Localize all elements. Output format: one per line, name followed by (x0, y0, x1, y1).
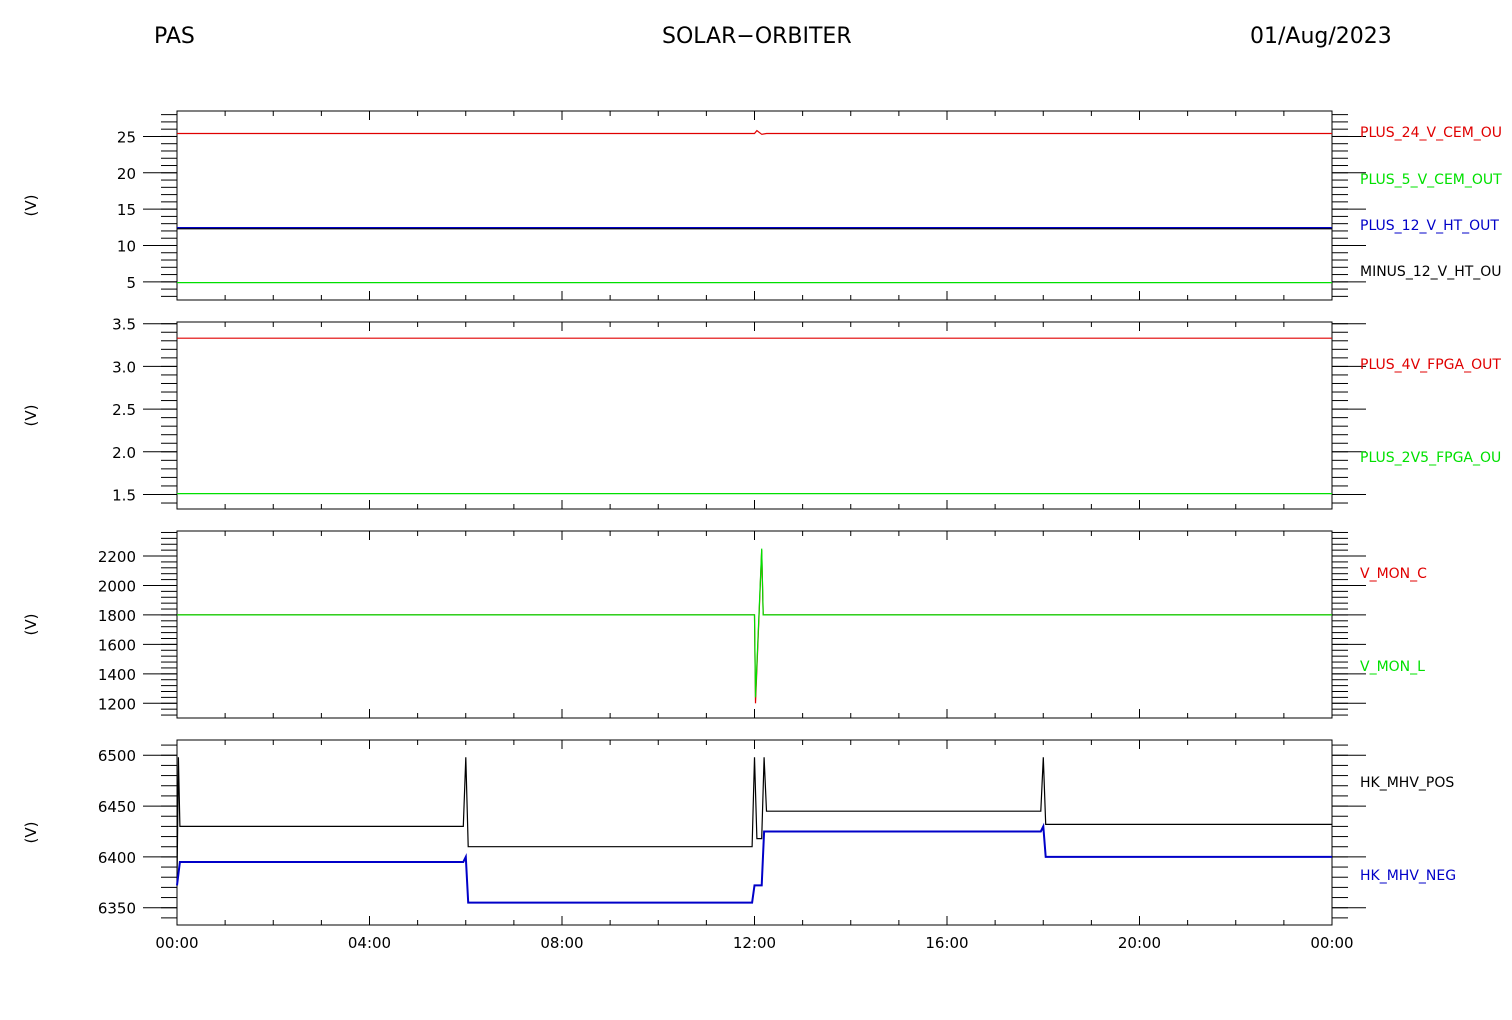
y-axis-label: (V) (22, 822, 40, 844)
y-axis-label: (V) (22, 195, 40, 217)
y-tick-label: 2200 (98, 548, 136, 566)
y-tick-label: 6450 (98, 798, 136, 816)
y-tick-label: 2000 (98, 577, 136, 595)
series-line-plus-24-v-cem-ou (177, 129, 1332, 135)
series-line-v-mon-l (177, 548, 1332, 698)
legend-label: V_MON_L (1360, 659, 1425, 675)
legend-label: MINUS_12_V_HT_OU (1360, 264, 1502, 280)
stacked-time-series-plot: 5 10 15 20 25 (V) PLUS_24_V_CEM_OU PLUS_5_V_CEM… (22, 110, 1502, 952)
y-axis-label: (V) (22, 405, 40, 427)
x-tick-label: 00:00 (155, 934, 198, 952)
y-tick-label: 6350 (98, 900, 136, 918)
legend-label: V_MON_C (1360, 566, 1427, 582)
x-tick-label: 16:00 (925, 934, 968, 952)
y-tick-label: 2.5 (112, 401, 136, 419)
legend-label: PLUS_24_V_CEM_OU (1360, 125, 1502, 141)
y-tick-label: 3.0 (112, 358, 136, 376)
x-tick-label: 04:00 (348, 934, 391, 952)
y-tick-label: 1200 (98, 695, 136, 713)
y-tick-label: 3.5 (112, 316, 136, 334)
legend-label: PLUS_2V5_FPGA_OU (1360, 450, 1501, 466)
y-tick-label: 10 (117, 237, 136, 255)
legend-label: HK_MHV_NEG (1360, 868, 1456, 884)
series-line-hk-mhv-pos (176, 757, 1332, 883)
y-tick-label: 6400 (98, 849, 136, 867)
series-line-hk-mhv-neg (176, 822, 1332, 904)
y-tick-label: 1.5 (112, 486, 136, 504)
y-tick-label: 20 (117, 165, 136, 183)
y-tick-label: 1400 (98, 666, 136, 684)
y-tick-label: 5 (126, 274, 136, 292)
y-axis-label: (V) (22, 614, 40, 636)
legend-label: PLUS_4V_FPGA_OUT (1360, 357, 1501, 373)
legend-label: PLUS_12_V_HT_OUT (1360, 218, 1499, 234)
y-tick-label: 25 (117, 128, 136, 146)
legend-label: PLUS_5_V_CEM_OUT (1360, 172, 1502, 188)
x-tick-label: 00:00 (1310, 934, 1353, 952)
x-tick-label: 08:00 (540, 934, 583, 952)
y-tick-label: 1600 (98, 636, 136, 654)
panel-1-frame (176, 110, 1333, 301)
x-tick-label: 12:00 (733, 934, 776, 952)
y-tick-label: 15 (117, 201, 136, 219)
panel-2-frame (176, 321, 1333, 510)
y-tick-label: 2.0 (112, 444, 136, 462)
y-tick-label: 6500 (98, 747, 136, 765)
legend-label: HK_MHV_POS (1360, 775, 1454, 791)
x-tick-label: 20:00 (1118, 934, 1161, 952)
y-tick-label: 1800 (98, 607, 136, 625)
